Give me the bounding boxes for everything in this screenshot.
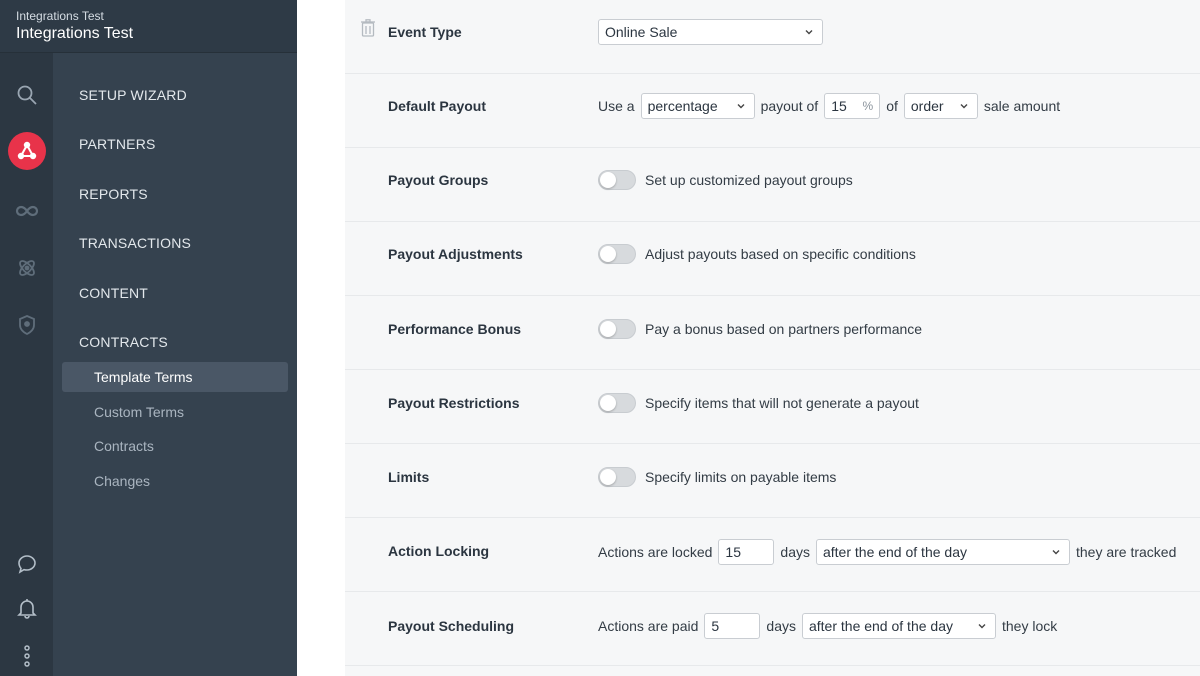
chevron-down-icon (960, 104, 968, 109)
lock-days-input[interactable]: 15 (718, 539, 775, 565)
default-payout-label: Default Payout (388, 98, 487, 114)
trash-icon[interactable] (360, 19, 376, 37)
action-locking-label: Action Locking (388, 543, 490, 559)
main-area: Event Type Online Sale Default Payout Us… (297, 0, 1200, 676)
lock-timing-select[interactable]: after the end of the day (815, 539, 1070, 565)
event-type-select[interactable]: Online Sale (598, 19, 823, 45)
row-action-locking: Action Locking Actions are locked 15 day… (345, 518, 1200, 592)
payout-prefix: Use a (598, 98, 635, 114)
payout-restrictions-control: Specify items that will not generate a p… (598, 393, 919, 413)
performance-bonus-toggle[interactable] (598, 319, 636, 339)
event-type-control: Online Sale (598, 19, 823, 45)
default-payout-control: Use a percentage payout of 15 % of order… (598, 93, 1060, 119)
payout-of: of (886, 98, 898, 114)
payout-adjustments-text: Adjust payouts based on specific conditi… (645, 246, 916, 262)
lock-days-label: days (780, 544, 810, 560)
nav-contracts[interactable]: CONTRACTS (79, 334, 168, 350)
limits-toggle[interactable] (598, 467, 636, 487)
row-payout-adjustments: Payout Adjustments Adjust payouts based … (345, 222, 1200, 296)
pay-days-input[interactable]: 5 (704, 613, 761, 639)
payout-unit: % (862, 99, 874, 113)
payout-amount-value: 15 (831, 98, 847, 114)
nav-reports[interactable]: REPORTS (79, 186, 148, 202)
payout-scheduling-label: Payout Scheduling (388, 618, 515, 634)
icon-rail (0, 53, 53, 676)
event-type-value: Online Sale (605, 24, 678, 40)
nav-partners[interactable]: PARTNERS (79, 136, 156, 152)
payout-groups-control: Set up customized payout groups (598, 170, 853, 190)
row-payout-restrictions: Payout Restrictions Specify items that w… (345, 370, 1200, 444)
payout-basis-value: order (910, 98, 944, 114)
row-payout-groups: Payout Groups Set up customized payout g… (345, 148, 1200, 222)
pay-days-value: 5 (711, 618, 720, 634)
limits-text: Specify limits on payable items (645, 469, 837, 485)
chevron-down-icon (737, 104, 745, 109)
payout-restrictions-label: Payout Restrictions (388, 395, 520, 411)
action-locking-prefix: Actions are locked (598, 544, 713, 560)
payout-adjustments-label: Payout Adjustments (388, 246, 523, 262)
pay-timing-value: after the end of the day (808, 618, 953, 634)
app-sidebar: Integrations Test Integrations Test SETU… (0, 0, 297, 676)
payout-adjustments-control: Adjust payouts based on specific conditi… (598, 244, 916, 264)
limits-label: Limits (388, 469, 430, 485)
payout-restrictions-toggle[interactable] (598, 393, 636, 413)
performance-bonus-control: Pay a bonus based on partners performanc… (598, 319, 922, 339)
nav-content[interactable]: CONTENT (79, 285, 148, 301)
payout-mid: payout of (760, 98, 819, 114)
payout-scheduling-control: Actions are paid 5 days after the end of… (598, 613, 1057, 639)
nav-transactions[interactable]: TRANSACTIONS (79, 235, 191, 251)
atom-icon[interactable] (7, 248, 47, 288)
performance-bonus-text: Pay a bonus based on partners performanc… (645, 321, 923, 337)
payout-restrictions-text: Specify items that will not generate a p… (645, 395, 919, 411)
payout-scheduling-suffix: they lock (1001, 618, 1058, 634)
row-payout-scheduling: Payout Scheduling Actions are paid 5 day… (345, 592, 1200, 666)
row-performance-bonus: Performance Bonus Pay a bonus based on p… (345, 296, 1200, 370)
subnav-contracts[interactable]: Contracts (62, 431, 288, 461)
payout-scheduling-prefix: Actions are paid (598, 618, 699, 634)
nav-setup-wizard[interactable]: SETUP WIZARD (79, 87, 187, 103)
payout-groups-toggle[interactable] (598, 170, 636, 190)
chat-icon[interactable] (7, 544, 47, 584)
payout-terms-panel: Event Type Online Sale Default Payout Us… (345, 0, 1200, 676)
performance-bonus-label: Performance Bonus (388, 321, 522, 337)
subnav-template-terms[interactable]: Template Terms (62, 362, 288, 392)
shield-icon[interactable] (7, 305, 47, 345)
payout-type-select[interactable]: percentage (640, 93, 755, 119)
pay-days-label: days (766, 618, 796, 634)
bell-icon[interactable] (7, 588, 47, 628)
infinity-icon[interactable] (7, 191, 47, 231)
chevron-down-icon (805, 30, 813, 35)
row-default-payout: Default Payout Use a percentage payout o… (345, 74, 1200, 148)
subnav-custom-terms[interactable]: Custom Terms (62, 397, 288, 427)
chevron-down-icon (1052, 550, 1060, 555)
more-vertical-icon[interactable] (7, 636, 47, 676)
account-subtitle: Integrations Test (16, 9, 104, 23)
pay-timing-select[interactable]: after the end of the day (801, 613, 996, 639)
partners-network-icon[interactable] (8, 132, 46, 170)
payout-basis-select[interactable]: order (903, 93, 978, 119)
search-icon[interactable] (7, 75, 47, 115)
account-header[interactable]: Integrations Test Integrations Test (0, 0, 297, 53)
chevron-down-icon (978, 624, 986, 629)
payout-suffix: sale amount (983, 98, 1061, 114)
payout-groups-label: Payout Groups (388, 172, 489, 188)
limits-control: Specify limits on payable items (598, 467, 836, 487)
payout-adjustments-toggle[interactable] (598, 244, 636, 264)
event-type-label: Event Type (388, 24, 462, 40)
payout-amount-input[interactable]: 15 % (824, 93, 881, 119)
account-title: Integrations Test (16, 25, 134, 42)
payout-groups-text: Set up customized payout groups (645, 172, 853, 188)
row-limits: Limits Specify limits on payable items (345, 444, 1200, 518)
action-locking-suffix: they are tracked (1075, 544, 1177, 560)
row-event-type: Event Type Online Sale (345, 0, 1200, 74)
subnav-changes[interactable]: Changes (62, 466, 288, 496)
lock-days-value: 15 (725, 544, 741, 560)
action-locking-control: Actions are locked 15 days after the end… (598, 539, 1176, 565)
payout-type-value: percentage (647, 98, 718, 114)
lock-timing-value: after the end of the day (822, 544, 967, 560)
